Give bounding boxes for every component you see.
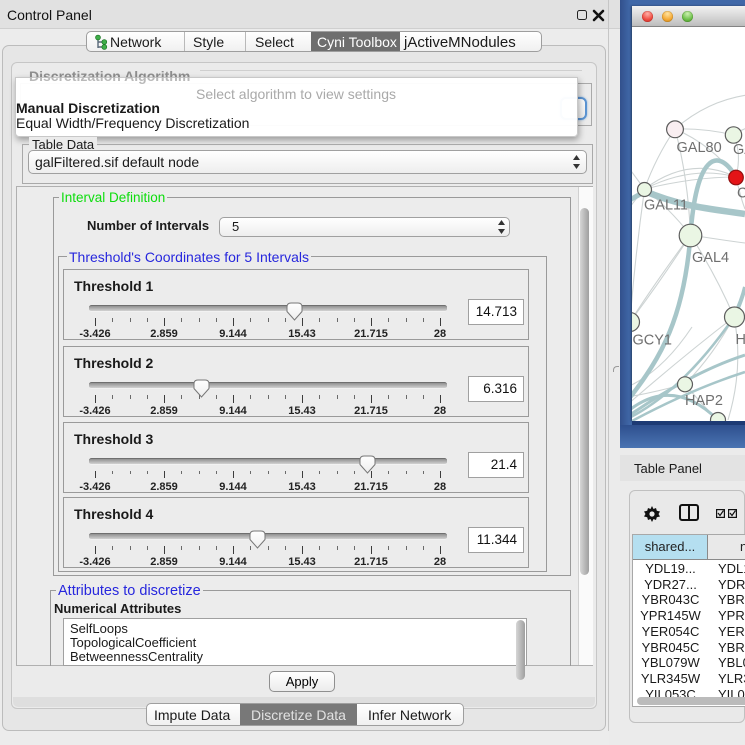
svg-text:GAL: GAL (733, 142, 745, 158)
svg-text:GCY1: GCY1 (633, 333, 673, 349)
svg-text:GAL11: GAL11 (644, 198, 688, 214)
svg-text:GAL80: GAL80 (677, 140, 722, 156)
svg-text:GAL4: GAL4 (692, 250, 729, 266)
svg-text:C: C (737, 186, 745, 202)
svg-text:HAP2: HAP2 (685, 393, 723, 409)
svg-text:H: H (736, 332, 745, 348)
